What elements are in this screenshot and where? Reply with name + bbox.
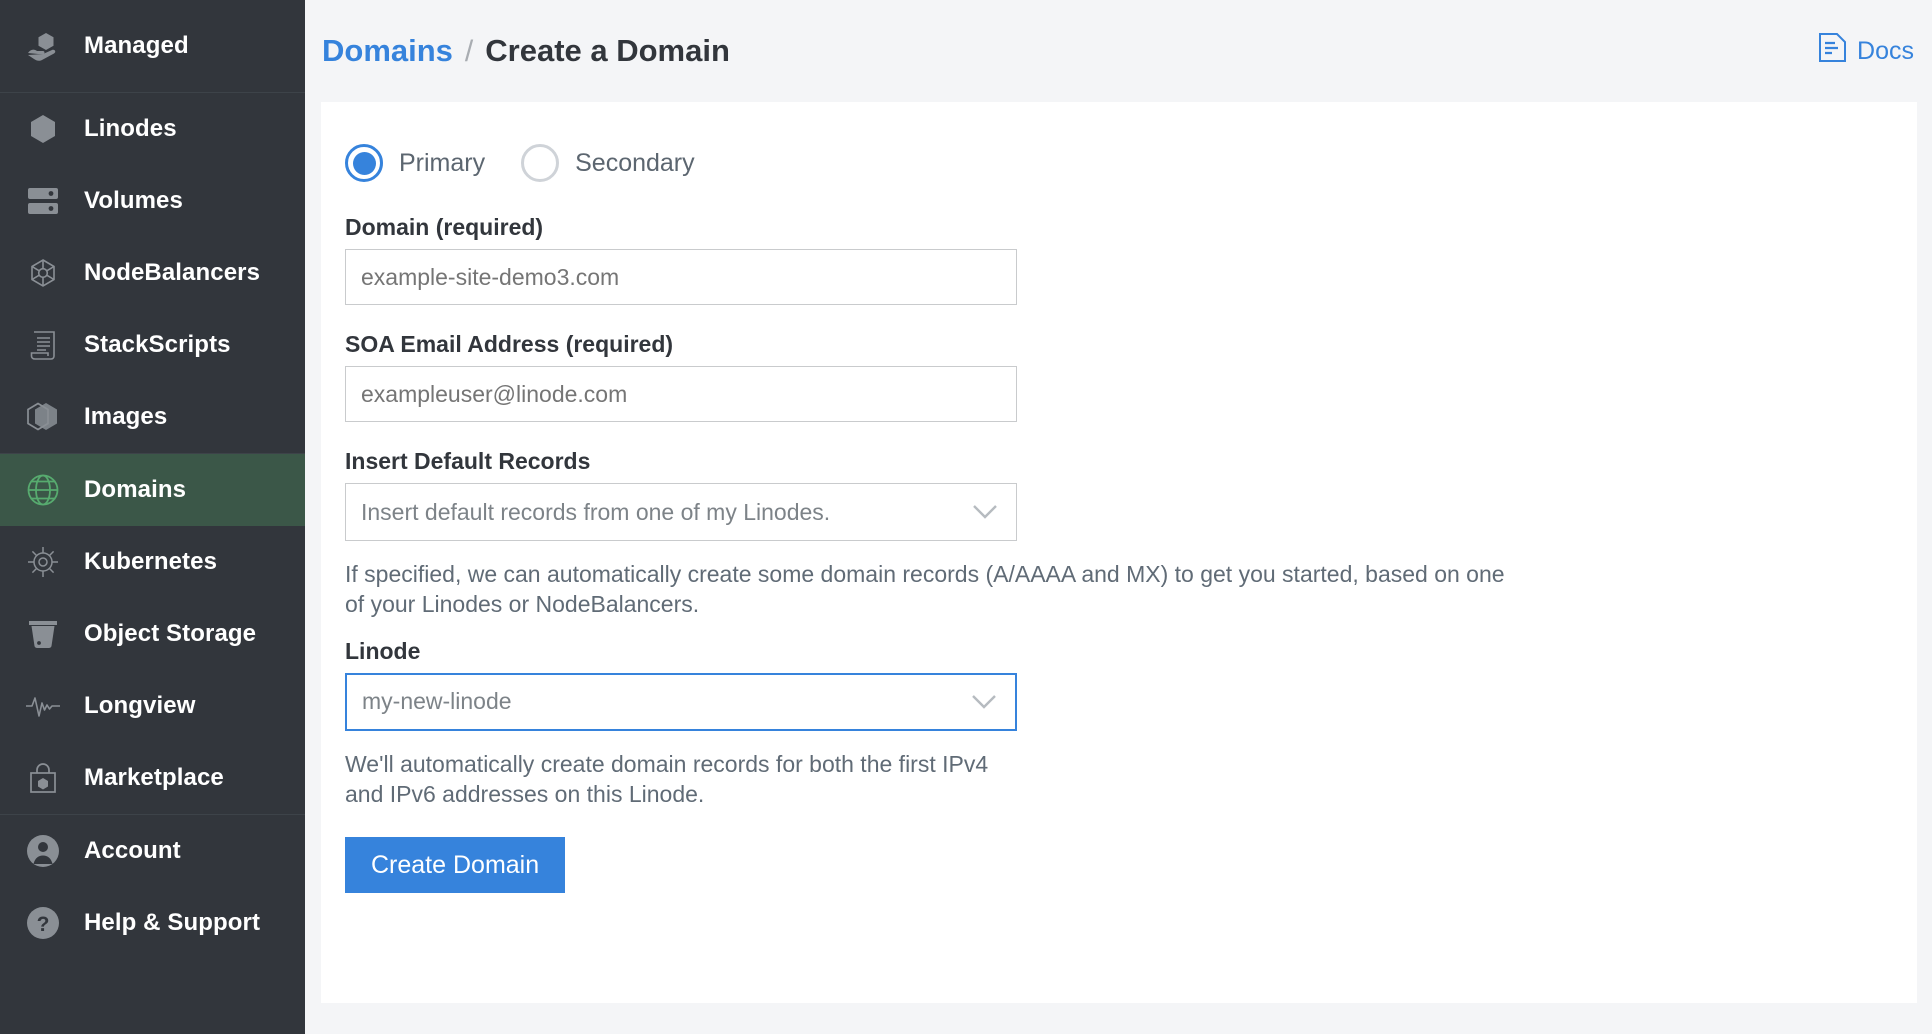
radio-secondary-label: Secondary <box>575 149 695 178</box>
sidebar-item-label: Images <box>84 403 167 431</box>
sidebar-group-compute: Linodes Volumes <box>0 93 305 453</box>
topbar: Domains / Create a Domain Docs <box>305 0 1932 102</box>
chevron-down-icon <box>971 694 997 710</box>
sidebar-item-domains[interactable]: Domains <box>0 454 305 526</box>
radio-secondary-control[interactable] <box>521 144 559 182</box>
sidebar-item-account[interactable]: Account <box>0 815 305 887</box>
sidebar-item-marketplace[interactable]: Marketplace <box>0 742 305 814</box>
domain-field-label: Domain (required) <box>345 214 1917 241</box>
sidebar: Managed Linodes V <box>0 0 305 1034</box>
sidebar-item-label: Marketplace <box>84 764 224 792</box>
sidebar-item-label: Account <box>84 837 181 865</box>
sidebar-item-label: Object Storage <box>84 620 256 648</box>
radio-primary-label: Primary <box>399 149 485 178</box>
radio-secondary[interactable]: Secondary <box>521 144 695 182</box>
chevron-down-icon <box>972 504 998 520</box>
sidebar-item-volumes[interactable]: Volumes <box>0 165 305 237</box>
soa-email-input[interactable] <box>345 366 1017 422</box>
sidebar-item-help-support[interactable]: ? Help & Support <box>0 887 305 959</box>
sidebar-item-label: Linodes <box>84 115 177 143</box>
user-circle-icon <box>24 832 62 870</box>
globe-icon <box>24 471 62 509</box>
insert-default-records-value: Insert default records from one of my Li… <box>361 499 830 526</box>
sidebar-item-managed[interactable]: Managed <box>0 0 305 92</box>
marketplace-bag-icon <box>24 759 62 797</box>
docs-link[interactable]: Docs <box>1818 32 1916 70</box>
pulse-wave-icon <box>24 687 62 725</box>
sidebar-item-object-storage[interactable]: Object Storage <box>0 598 305 670</box>
radio-primary-control[interactable] <box>345 144 383 182</box>
insert-default-records-field: Insert Default Records Insert default re… <box>345 448 1917 620</box>
linode-select-value: my-new-linode <box>362 688 512 715</box>
bucket-icon <box>24 615 62 653</box>
sidebar-item-label: Volumes <box>84 187 183 215</box>
insert-default-records-helper: If specified, we can automatically creat… <box>345 559 1515 620</box>
kubernetes-helm-icon <box>24 543 62 581</box>
sidebar-item-linodes[interactable]: Linodes <box>0 93 305 165</box>
sidebar-item-label: Help & Support <box>84 909 260 937</box>
linode-field-helper: We'll automatically create domain record… <box>345 749 1005 810</box>
page-title: Create a Domain <box>485 33 730 69</box>
images-hexagons-icon <box>24 398 62 436</box>
create-domain-card: Primary Secondary Domain (required) SOA … <box>321 102 1917 1003</box>
volume-stack-icon <box>24 182 62 220</box>
sidebar-item-label: Managed <box>84 32 189 60</box>
breadcrumb: Domains / Create a Domain <box>322 33 730 69</box>
radio-primary[interactable]: Primary <box>345 144 485 182</box>
domain-field: Domain (required) <box>345 214 1917 305</box>
soa-email-field-label: SOA Email Address (required) <box>345 331 1917 358</box>
breadcrumb-parent-link[interactable]: Domains <box>322 33 453 69</box>
scroll-icon <box>24 326 62 364</box>
linode-select[interactable]: my-new-linode <box>345 673 1017 731</box>
sidebar-group-managed: Managed <box>0 0 305 92</box>
question-circle-icon: ? <box>24 904 62 942</box>
insert-default-records-label: Insert Default Records <box>345 448 1917 475</box>
app-root: Managed Linodes V <box>0 0 1932 1034</box>
sidebar-group-services: Domains Kubernetes <box>0 454 305 814</box>
sidebar-item-longview[interactable]: Longview <box>0 670 305 742</box>
document-icon <box>1818 32 1847 70</box>
hexagon-icon <box>24 110 62 148</box>
domain-type-radio-group: Primary Secondary <box>345 140 1917 186</box>
nodebalancer-icon <box>24 254 62 292</box>
linode-field: Linode my-new-linode We'll automatically… <box>345 638 1917 810</box>
managed-hand-hexagon-icon <box>24 27 62 65</box>
sidebar-item-images[interactable]: Images <box>0 381 305 453</box>
create-domain-button[interactable]: Create Domain <box>345 837 565 893</box>
soa-email-field: SOA Email Address (required) <box>345 331 1917 422</box>
breadcrumb-separator: / <box>465 35 473 69</box>
sidebar-item-label: Domains <box>84 476 186 504</box>
insert-default-records-select[interactable]: Insert default records from one of my Li… <box>345 483 1017 541</box>
main-content: Domains / Create a Domain Docs Primary <box>305 0 1932 1034</box>
domain-input[interactable] <box>345 249 1017 305</box>
sidebar-item-kubernetes[interactable]: Kubernetes <box>0 526 305 598</box>
sidebar-item-nodebalancers[interactable]: NodeBalancers <box>0 237 305 309</box>
sidebar-item-label: Kubernetes <box>84 548 217 576</box>
sidebar-group-account: Account ? Help & Support <box>0 815 305 959</box>
svg-text:?: ? <box>37 913 50 936</box>
sidebar-item-stackscripts[interactable]: StackScripts <box>0 309 305 381</box>
sidebar-item-label: StackScripts <box>84 331 231 359</box>
sidebar-item-label: NodeBalancers <box>84 259 260 287</box>
sidebar-item-label: Longview <box>84 692 195 720</box>
docs-label: Docs <box>1857 37 1914 66</box>
linode-field-label: Linode <box>345 638 1917 665</box>
